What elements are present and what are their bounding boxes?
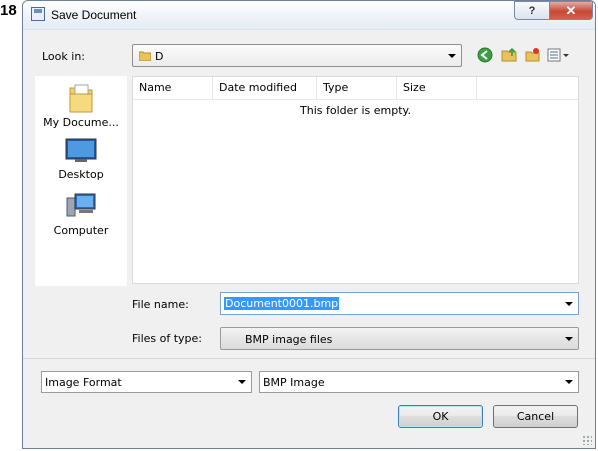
column-header-date-modified[interactable]: Date modified [213,77,317,99]
view-menu-icon[interactable] [547,47,571,63]
format-category-value: Image Format [45,376,122,389]
place-label-computer: Computer [53,224,109,237]
file-name-value: Document0001.bmp [224,297,340,310]
file-type-value: BMP image files [245,333,333,346]
save-icon [31,7,45,21]
look-in-label: Look in: [42,50,85,63]
step-number: 18 [0,2,17,19]
format-category-dropdown[interactable]: Image Format [41,371,252,393]
place-computer[interactable]: Computer [35,192,127,237]
file-type-label: Files of type: [132,332,203,345]
file-list[interactable]: Name Date modified Type Size This folder… [132,76,579,284]
save-document-dialog: Save Document ? ✕ Look in: D My Docume..… [22,0,596,449]
place-label-desktop: Desktop [58,168,104,181]
resize-grip-icon[interactable] [582,435,592,445]
format-dropdown[interactable]: BMP Image [259,371,579,393]
computer-icon [66,193,96,217]
back-icon[interactable] [477,47,493,63]
file-type-dropdown[interactable]: BMP image files [220,327,579,350]
header-divider [133,99,578,100]
desktop-icon [65,138,97,162]
separator [23,358,595,359]
chevron-down-icon [565,380,573,384]
format-value: BMP Image [263,376,325,389]
close-button[interactable]: ✕ [549,1,593,20]
ok-button[interactable]: OK [398,405,483,428]
place-my-documents[interactable]: My Docume... [35,80,127,129]
column-header-name[interactable]: Name [133,77,213,99]
dialog-title: Save Document [51,8,137,22]
look-in-dropdown[interactable]: D [132,44,462,67]
documents-folder-icon [69,84,93,113]
title-bar: Save Document ? ✕ [23,1,595,30]
file-name-label: File name: [132,298,189,311]
chevron-down-icon[interactable] [565,301,573,306]
new-folder-icon[interactable] [525,47,541,63]
folder-icon [139,51,151,61]
look-in-value: D [155,50,164,63]
chevron-down-icon [448,53,456,58]
place-label-my-documents: My Docume... [43,116,119,129]
chevron-down-icon [238,380,246,384]
help-button[interactable]: ? [514,1,550,20]
file-name-input[interactable]: Document0001.bmp [220,292,579,315]
up-folder-icon[interactable] [501,47,517,63]
place-desktop[interactable]: Desktop [35,138,127,181]
cancel-button[interactable]: Cancel [493,405,578,428]
empty-folder-message: This folder is empty. [300,104,411,117]
column-header-type[interactable]: Type [317,77,397,99]
chevron-down-icon [565,336,573,341]
column-header-size[interactable]: Size [397,77,477,99]
places-bar: My Docume... Desktop Computer [35,76,127,286]
